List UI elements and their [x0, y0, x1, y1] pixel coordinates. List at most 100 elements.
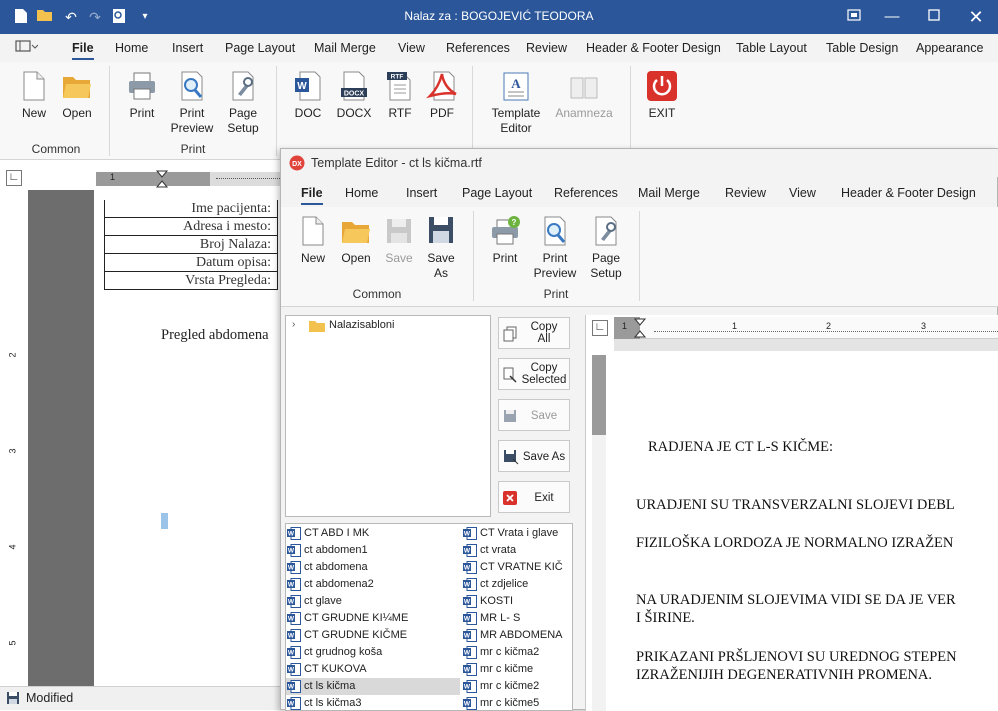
file-name: CT ABD I MK [304, 527, 370, 539]
tab-insert[interactable]: Insert [172, 41, 203, 55]
close-button[interactable]: ✕ [966, 7, 986, 27]
te-print-label: Print [492, 251, 518, 265]
word-file-icon: W [463, 663, 477, 676]
page-setup-button[interactable]: Page Setup [222, 70, 264, 136]
file-list-item[interactable]: Wct abdomena [286, 559, 460, 576]
file-list-item[interactable]: W CT VRATNE KIČ [462, 559, 572, 576]
file-list-item[interactable]: Wmr c kičme2 [462, 678, 572, 695]
editor-document-page[interactable]: RADJENA JE CT L-S KIČME: URADJENI SU TRA… [610, 353, 998, 711]
horizontal-ruler[interactable]: 1 [96, 170, 286, 188]
editor-horizontal-ruler[interactable]: 1 1 2 3 [614, 317, 998, 339]
maximize-button[interactable] [924, 7, 944, 27]
file-list-item[interactable]: Wct zdjelice [462, 576, 572, 593]
te-save-button[interactable]: Save [383, 215, 415, 266]
copy-selected-label-2: Selected [521, 374, 567, 386]
tab-home[interactable]: Home [115, 41, 148, 55]
te-tab-view[interactable]: View [789, 186, 816, 200]
file-list-item[interactable]: Wct ls kičma [286, 678, 460, 695]
tab-file[interactable]: File [72, 41, 94, 60]
exit-button[interactable]: EXIT [642, 70, 682, 121]
doc-line-7: IZRAŽENIJIH DEGENERATIVNIH PROMENA. [636, 667, 933, 683]
te-tab-file[interactable]: File [301, 186, 323, 205]
side-save-button[interactable]: Save [498, 399, 570, 431]
te-save-as-button[interactable]: Save As [423, 215, 459, 281]
restore-layout-icon[interactable] [844, 7, 864, 27]
minimize-button[interactable]: — [882, 7, 902, 27]
expand-chevron-icon[interactable]: › [292, 319, 295, 330]
te-print-preview-button[interactable]: Print Preview [533, 215, 577, 281]
open-button[interactable]: Open [58, 70, 96, 121]
file-list-item[interactable]: Wct vrata [462, 542, 572, 559]
file-list-item[interactable]: Wmr c kičma2 [462, 644, 572, 661]
template-editor-pane: ∟ 1 1 2 3 RADJENA JE CT L-S KIČME: URADJ… [585, 315, 998, 711]
file-list-item[interactable]: Wct abdomena2 [286, 576, 460, 593]
indent-marker-icon[interactable] [634, 318, 646, 338]
side-save-as-button[interactable]: Save As [498, 440, 570, 472]
te-tab-review[interactable]: Review [725, 186, 766, 200]
file-list-item[interactable]: Wmr c kičme [462, 661, 572, 678]
file-list-item[interactable]: W CT Vrata i glave [462, 525, 572, 542]
export-docx-button[interactable]: DOCX DOCX [334, 70, 374, 121]
te-tab-home[interactable]: Home [345, 186, 378, 200]
indent-marker-icon[interactable] [156, 170, 168, 188]
tree-root-label[interactable]: Nalazisabloni [329, 319, 394, 331]
print-preview-button[interactable]: Print Preview [170, 70, 214, 136]
te-tab-insert[interactable]: Insert [406, 186, 437, 200]
template-folder-tree[interactable]: › Nalazisabloni [285, 315, 491, 517]
tab-view[interactable]: View [398, 41, 425, 55]
report-number-label: Broj Nalaza: [104, 236, 278, 254]
file-list-item[interactable]: W MR L- S [462, 610, 572, 627]
tab-table-layout[interactable]: Table Layout [736, 41, 807, 55]
tab-page-layout[interactable]: Page Layout [225, 41, 295, 55]
file-list-item[interactable]: W CT GRUDNE KI¼ME [286, 610, 460, 627]
tab-table-design[interactable]: Table Design [826, 41, 898, 55]
tab-appearance[interactable]: Appearance [916, 41, 983, 55]
tab-header-footer-design[interactable]: Header & Footer Design [586, 41, 721, 55]
tab-stop-selector[interactable]: ∟ [592, 320, 608, 336]
template-editor-button[interactable]: A Template Editor [488, 70, 544, 136]
copy-selected-button[interactable]: Copy Selected [498, 358, 570, 390]
file-list-item[interactable]: Wct abdomen1 [286, 542, 460, 559]
te-page-setup-button[interactable]: Page Setup [585, 215, 627, 281]
te-new-button[interactable]: New [295, 215, 331, 266]
file-list-item[interactable]: W CT ABD I MK [286, 525, 460, 542]
word-file-icon: W [287, 612, 301, 625]
te-print-button[interactable]: ? Print [485, 215, 525, 266]
print-preview-label-1: Print [179, 106, 205, 120]
file-list-item[interactable]: W KOSTI [462, 593, 572, 610]
template-file-list[interactable]: W CT ABD I MK Wct abdomen1 Wct abdomena Wct … [285, 523, 573, 711]
file-list-item[interactable]: W CT KUKOVA [286, 661, 460, 678]
te-tab-header-footer-design[interactable]: Header & Footer Design [841, 186, 976, 200]
file-list-item[interactable]: Wmr c kičme5 [462, 695, 572, 710]
tab-references[interactable]: References [446, 41, 510, 55]
te-tab-mail-merge[interactable]: Mail Merge [638, 186, 700, 200]
te-tab-references[interactable]: References [554, 186, 618, 200]
print-button[interactable]: Print [122, 70, 162, 121]
template-editor-window: DX Template Editor - ct ls kičma.rtf Fil… [280, 148, 998, 711]
copy-all-button[interactable]: Copy All [498, 317, 570, 349]
export-doc-button[interactable]: W DOC [290, 70, 326, 121]
file-list-item[interactable]: W MR ABDOMENA [462, 627, 572, 644]
tab-review[interactable]: Review [526, 41, 567, 55]
file-list-item[interactable]: W CT GRUDNE KIČME [286, 627, 460, 644]
template-editor-title-bar: DX Template Editor - ct ls kičma.rtf [281, 149, 998, 177]
anamneza-button[interactable]: Anamneza [552, 70, 616, 121]
tab-mail-merge[interactable]: Mail Merge [314, 41, 376, 55]
file-list-item[interactable]: Wct ls kičma3 [286, 695, 460, 710]
app-menu-icon[interactable] [14, 38, 39, 57]
exam-title-text: Pregled abdomena [161, 327, 269, 343]
save-icon [504, 410, 516, 422]
svg-text:W: W [288, 616, 295, 623]
te-tab-page-layout[interactable]: Page Layout [462, 186, 532, 200]
word-file-icon: W [463, 527, 477, 540]
new-button[interactable]: New [16, 70, 52, 121]
file-list-item[interactable]: Wct grudnog koša [286, 644, 460, 661]
side-exit-button[interactable]: Exit [498, 481, 570, 513]
export-rtf-button[interactable]: RTF RTF [382, 70, 418, 121]
rtf-file-icon: RTF [387, 72, 411, 101]
file-name: ct grudnog koša [304, 646, 383, 658]
tab-stop-selector[interactable]: ∟ [6, 170, 22, 186]
file-list-item[interactable]: Wct glave [286, 593, 460, 610]
te-open-button[interactable]: Open [337, 215, 375, 266]
export-pdf-button[interactable]: PDF [424, 70, 460, 121]
